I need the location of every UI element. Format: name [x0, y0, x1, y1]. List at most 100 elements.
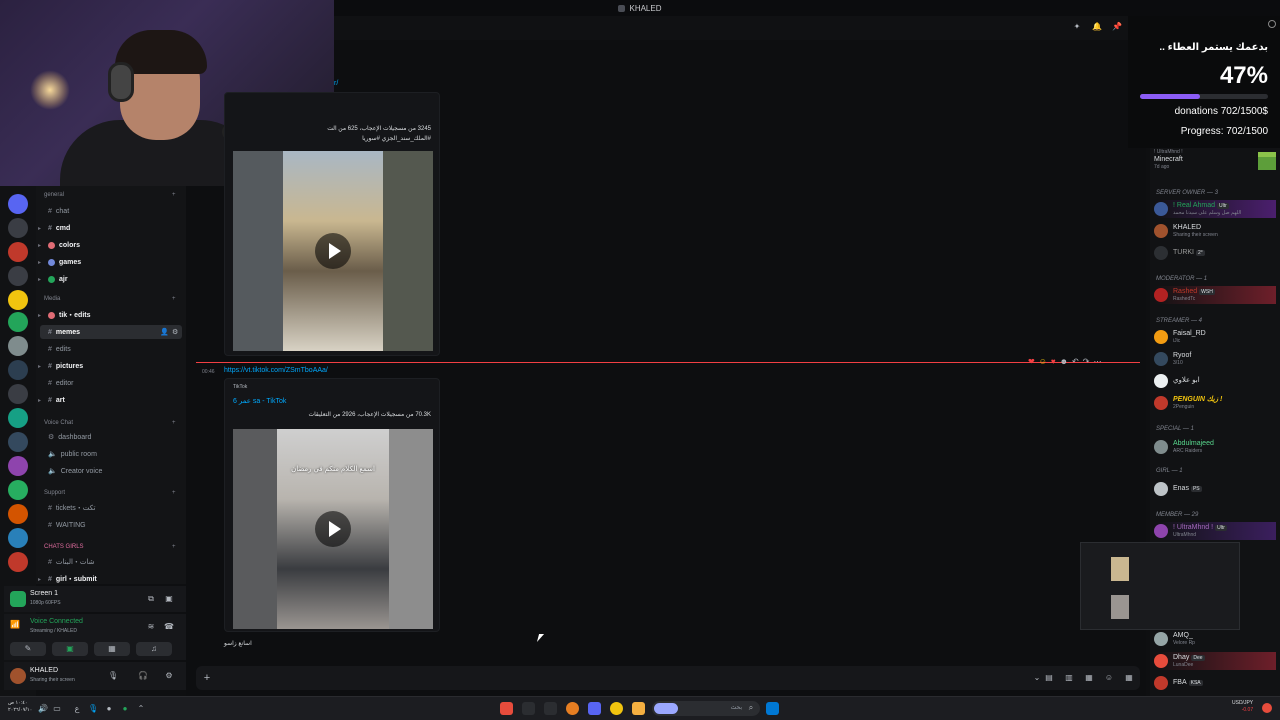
channel-girl-submit[interactable]: ▸ # girl・submit — [38, 572, 182, 586]
server-icon[interactable] — [8, 312, 28, 332]
member-item[interactable]: PENGUIN زيك ! 2Penguin — [1154, 394, 1276, 412]
language-icon[interactable]: ع — [72, 704, 82, 714]
chevron-down-icon[interactable]: ⌄ — [1032, 673, 1042, 683]
server-icon[interactable] — [8, 504, 28, 524]
video-thumbnail[interactable] — [233, 151, 433, 351]
channel-pictures[interactable]: ▸ # pictures — [38, 359, 182, 373]
message-link[interactable]: https://vt.tiktok.com/ZSmTboAAa/ — [224, 367, 328, 374]
apps-icon[interactable]: ▦ — [1124, 673, 1134, 683]
play-icon[interactable] — [315, 233, 351, 269]
category-general[interactable]: general + — [44, 192, 176, 198]
add-channel-icon[interactable]: + — [172, 544, 176, 550]
channel-chat[interactable]: # chat — [40, 204, 182, 218]
reaction-icon[interactable]: ♥ — [1051, 357, 1056, 366]
camera-button[interactable]: ✎ — [10, 642, 46, 656]
server-icon[interactable] — [8, 218, 28, 238]
popout-icon[interactable]: ⧉ — [146, 594, 156, 604]
server-icon[interactable] — [8, 552, 28, 572]
gear-icon[interactable]: ⚙ — [172, 328, 178, 336]
taskbar-x-icon[interactable] — [522, 702, 535, 715]
add-attachment-icon[interactable]: + — [202, 673, 212, 684]
stop-stream-icon[interactable]: ▣ — [164, 594, 174, 604]
embed-author[interactable]: عمر 6 sa - TikTok — [233, 397, 286, 405]
server-icon[interactable] — [8, 336, 28, 356]
taskbar-app-icon[interactable] — [544, 702, 557, 715]
channel-edits[interactable]: # edits — [40, 342, 182, 356]
play-icon[interactable] — [315, 511, 351, 547]
member-item[interactable]: Abdulmajeed ARC Raiders — [1154, 438, 1276, 456]
server-icon[interactable] — [8, 384, 28, 404]
emoji-reaction-icon[interactable]: ☺ — [1039, 357, 1047, 366]
mic-tray-icon[interactable]: 🎙 — [88, 704, 98, 714]
avatar[interactable] — [10, 668, 26, 684]
add-member-icon[interactable]: 👤 — [160, 328, 169, 336]
channel-art[interactable]: ▸ # art — [38, 393, 182, 407]
chevron-up-icon[interactable]: ⌃ — [136, 704, 146, 714]
add-channel-icon[interactable]: + — [172, 420, 176, 426]
channel-games[interactable]: ▸ games — [38, 255, 182, 269]
screen-share-panel[interactable]: Screen 1 1080p 60FPS ⧉ ▣ — [4, 586, 186, 612]
category-chats-girls[interactable]: CHATS GIRLS + — [44, 544, 176, 550]
server-icon[interactable] — [8, 194, 28, 214]
member-item[interactable]: Ryoof 3/10 — [1154, 350, 1276, 368]
reply-icon[interactable]: ↶ — [1072, 357, 1079, 366]
soundboard-button[interactable]: ♫ — [136, 642, 172, 656]
tray-app-icon[interactable]: ● — [104, 704, 114, 714]
server-icon[interactable] — [8, 432, 28, 452]
activities-button[interactable]: ▦ — [94, 642, 130, 656]
member-item[interactable]: ! UltraMhnd ! Ultr UltraMhnd — [1154, 522, 1276, 540]
channel-public-room[interactable]: 🔈 public room — [40, 447, 182, 461]
channel-girls-chat[interactable]: # شات・البنات — [40, 555, 182, 569]
server-icon[interactable] — [8, 408, 28, 428]
gif-icon[interactable]: ▥ — [1064, 673, 1074, 683]
emoji-icon[interactable]: ☺ — [1104, 673, 1114, 683]
message-link-partial[interactable]: r/ — [334, 80, 338, 87]
gear-icon[interactable]: ⚙ — [164, 671, 174, 681]
server-icon[interactable] — [8, 290, 28, 310]
server-icon[interactable] — [8, 242, 28, 262]
video-thumbnail[interactable]: اسمع الكلام منكم في رمضان — [233, 429, 433, 629]
sticker-icon[interactable]: ▦ — [1084, 673, 1094, 683]
taskbar-app-icon[interactable] — [500, 702, 513, 715]
message-composer[interactable]: + ⌄ ▤ ▥ ▦ ☺ ▦ — [196, 666, 1140, 690]
server-icon[interactable] — [8, 360, 28, 380]
bell-icon[interactable]: 🔔 — [1092, 22, 1102, 32]
member-item[interactable]: ابو علاوي — [1154, 372, 1276, 390]
firefox-icon[interactable] — [566, 702, 579, 715]
file-explorer-icon[interactable] — [632, 702, 645, 715]
clock[interactable]: ١٠:٤٠ ص ٢٠٢٦/٠٧/١٠ — [8, 700, 32, 714]
channel-creator-voice[interactable]: 🔈 Creator voice — [40, 464, 182, 478]
channel-dashboard[interactable]: ⚙ dashboard — [40, 430, 182, 444]
search-box[interactable]: بحث ⌕ — [652, 701, 760, 716]
member-item[interactable]: AMQ_ Velore Rp — [1154, 630, 1276, 648]
headphones-icon[interactable]: 🎧 — [138, 671, 148, 681]
server-icon[interactable] — [8, 528, 28, 548]
category-media[interactable]: Media + — [44, 296, 176, 302]
add-reaction-icon[interactable]: ☻ — [1060, 357, 1068, 366]
member-item[interactable]: Faisal_RD iJic — [1154, 328, 1276, 346]
server-icon[interactable] — [8, 480, 28, 500]
add-channel-icon[interactable]: + — [172, 490, 176, 496]
mic-icon[interactable]: 🎙 — [108, 671, 118, 681]
member-item[interactable]: Rashed WSH RashedTc — [1154, 286, 1276, 304]
disconnect-icon[interactable]: ☎ — [164, 622, 174, 632]
stream-preview-thumbnail[interactable] — [1080, 542, 1240, 630]
discord-icon[interactable] — [588, 702, 601, 715]
category-support[interactable]: Support + — [44, 490, 176, 496]
channel-tickets[interactable]: # tickets・تكت — [40, 501, 182, 515]
member-item[interactable]: ! Real Ahmad Ultr اللهم صل وسلم على سيدنا … — [1154, 200, 1276, 218]
signal-icon[interactable]: 📶 — [10, 620, 20, 630]
heart-reaction-icon[interactable]: ❤ — [1028, 357, 1035, 366]
channel-editor[interactable]: # editor — [40, 376, 182, 390]
more-icon[interactable]: ⋯ — [1093, 357, 1101, 366]
volume-icon[interactable]: 🔊 — [38, 704, 48, 714]
channel-colors[interactable]: ▸ colors — [38, 238, 182, 252]
pin-icon[interactable]: 📌 — [1112, 22, 1122, 32]
start-icon[interactable] — [766, 702, 779, 715]
member-item[interactable]: FBA KSA — [1154, 674, 1276, 692]
server-icon[interactable] — [8, 456, 28, 476]
member-item[interactable]: KHALED Sharing their screen — [1154, 222, 1276, 240]
forward-icon[interactable]: ↷ — [1083, 357, 1090, 366]
stock-widget[interactable]: USD/JPY -0.07 — [1232, 700, 1253, 714]
screen-share-button[interactable]: ▣ — [52, 642, 88, 656]
